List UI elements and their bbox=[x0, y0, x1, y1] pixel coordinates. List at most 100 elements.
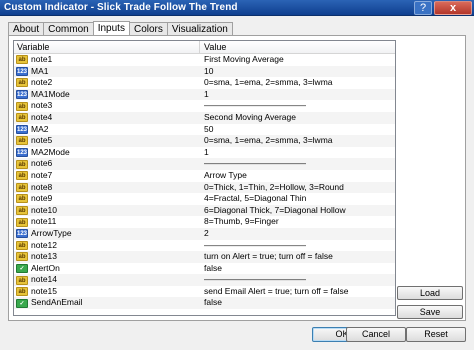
tab-common[interactable]: Common bbox=[43, 22, 94, 36]
variable-name: MA1 bbox=[31, 65, 49, 76]
inputs-grid: Variable Value ab note1 First Moving Avera… bbox=[13, 40, 396, 316]
variable-cell: 123 MA1 bbox=[14, 66, 200, 78]
variable-cell: ✓ SendAnEmail bbox=[14, 297, 200, 309]
save-button[interactable]: Save bbox=[397, 305, 463, 319]
tab-inputs[interactable]: Inputs bbox=[92, 21, 130, 36]
tab-visualization[interactable]: Visualization bbox=[166, 22, 233, 36]
table-row[interactable]: ab note5 0=sma, 1=ema, 2=smma, 3=lwma bbox=[14, 135, 395, 147]
table-row[interactable]: ab note7 Arrow Type bbox=[14, 169, 395, 182]
string-type-icon: ab bbox=[16, 101, 28, 111]
cancel-button[interactable]: Cancel bbox=[346, 327, 406, 342]
variable-name: note4 bbox=[31, 111, 53, 122]
table-row[interactable]: ab note10 6=Diagonal Thick, 7=Diagonal Hol… bbox=[14, 204, 395, 217]
value-cell[interactable]: 1 bbox=[200, 89, 395, 101]
value-cell[interactable]: ———————————— bbox=[200, 100, 395, 112]
variable-name: note5 bbox=[31, 135, 53, 146]
value-cell[interactable]: false bbox=[200, 297, 395, 309]
table-row[interactable]: 123 MA2Mode 1 bbox=[14, 146, 395, 159]
string-type-icon: ab bbox=[16, 113, 28, 123]
variable-name: MA2 bbox=[31, 123, 49, 134]
table-row[interactable]: ab note2 0=sma, 1=ema, 2=smma, 3=lwma bbox=[14, 77, 395, 89]
load-button[interactable]: Load bbox=[397, 286, 463, 300]
value-cell[interactable]: Second Moving Average bbox=[200, 112, 395, 124]
number-type-icon: 123 bbox=[16, 66, 28, 76]
title-bar: Custom Indicator - Slick Trade Follow Th… bbox=[0, 0, 474, 16]
value-cell[interactable]: 10 bbox=[200, 66, 395, 78]
value-cell[interactable]: ———————————— bbox=[200, 240, 395, 252]
table-row[interactable]: ab note1 First Moving Average bbox=[14, 54, 395, 66]
help-button[interactable]: ? bbox=[414, 1, 432, 15]
variable-cell: ab note9 bbox=[14, 193, 200, 205]
value-cell[interactable]: 2 bbox=[200, 228, 395, 240]
value-cell[interactable]: false bbox=[200, 263, 395, 275]
table-row[interactable]: ab note12 ———————————— bbox=[14, 239, 395, 252]
variable-name: note9 bbox=[31, 193, 53, 204]
variable-cell: ab note10 bbox=[14, 205, 200, 217]
table-row[interactable]: ab note8 0=Thick, 1=Thin, 2=Hollow, 3=Roun… bbox=[14, 181, 395, 194]
variable-name: note7 bbox=[31, 169, 53, 180]
table-row[interactable]: 123 MA2 50 bbox=[14, 123, 395, 136]
grid-rows: ab note1 First Moving Average 123 MA1 10 ab not… bbox=[14, 54, 395, 310]
inputs-panel: Variable Value ab note1 First Moving Avera… bbox=[8, 35, 466, 321]
variable-cell: ab note11 bbox=[14, 216, 200, 228]
value-cell[interactable]: 0=sma, 1=ema, 2=smma, 3=lwma bbox=[200, 77, 395, 89]
variable-cell: ab note6 bbox=[14, 158, 200, 170]
string-type-icon: ab bbox=[16, 182, 28, 192]
tab-colors[interactable]: Colors bbox=[128, 22, 168, 36]
value-cell[interactable]: 50 bbox=[200, 124, 395, 136]
table-row[interactable]: ✓ AlertOn false bbox=[14, 262, 395, 275]
value-cell[interactable]: send Email Alert = true; turn off = fals… bbox=[200, 286, 395, 298]
table-row[interactable]: 123 MA1Mode 1 bbox=[14, 88, 395, 101]
number-type-icon: 123 bbox=[16, 148, 28, 158]
value-cell[interactable]: 1 bbox=[200, 147, 395, 159]
column-header-value[interactable]: Value bbox=[200, 41, 395, 53]
value-cell[interactable]: 8=Thumb, 9=Finger bbox=[200, 216, 395, 228]
boolean-type-icon: ✓ bbox=[16, 298, 28, 308]
table-row[interactable]: 123 MA1 10 bbox=[14, 65, 395, 78]
boolean-type-icon: ✓ bbox=[16, 263, 28, 273]
table-row[interactable]: 123 ArrowType 2 bbox=[14, 227, 395, 240]
variable-name: SendAnEmail bbox=[31, 297, 83, 308]
table-row[interactable]: ab note13 turn on Alert = true; turn off =… bbox=[14, 251, 395, 263]
string-type-icon: ab bbox=[16, 78, 28, 88]
variable-cell: ab note1 bbox=[14, 54, 200, 66]
value-cell[interactable]: 0=sma, 1=ema, 2=smma, 3=lwma bbox=[200, 135, 395, 147]
value-cell[interactable]: 6=Diagonal Thick, 7=Diagonal Hollow bbox=[200, 205, 395, 217]
variable-cell: ab note2 bbox=[14, 77, 200, 89]
variable-name: ArrowType bbox=[31, 227, 72, 238]
close-button[interactable]: x bbox=[434, 1, 472, 15]
value-cell[interactable]: 4=Fractal, 5=Diagonal Thin bbox=[200, 193, 395, 205]
variable-name: note15 bbox=[31, 285, 57, 296]
variable-name: note12 bbox=[31, 239, 57, 250]
value-cell[interactable]: Arrow Type bbox=[200, 170, 395, 182]
reset-button[interactable]: Reset bbox=[406, 327, 466, 342]
table-row[interactable]: ab note14 ———————————— bbox=[14, 274, 395, 286]
table-row[interactable]: ab note3 ———————————— bbox=[14, 100, 395, 112]
table-row[interactable]: ✓ SendAnEmail false bbox=[14, 297, 395, 310]
table-row[interactable]: ab note4 Second Moving Average bbox=[14, 111, 395, 124]
table-row[interactable]: ab note6 ———————————— bbox=[14, 158, 395, 170]
tab-about[interactable]: About bbox=[8, 22, 45, 36]
value-cell[interactable]: 0=Thick, 1=Thin, 2=Hollow, 3=Round bbox=[200, 182, 395, 194]
grid-header: Variable Value bbox=[14, 41, 395, 54]
string-type-icon: ab bbox=[16, 240, 28, 250]
variable-cell: 123 ArrowType bbox=[14, 228, 200, 240]
variable-name: note14 bbox=[31, 274, 57, 285]
table-row[interactable]: ab note11 8=Thumb, 9=Finger bbox=[14, 216, 395, 228]
window-title: Custom Indicator - Slick Trade Follow Th… bbox=[4, 2, 238, 13]
tab-strip: About Common Inputs Colors Visualization bbox=[8, 21, 233, 36]
string-type-icon: ab bbox=[16, 136, 28, 146]
value-cell[interactable]: ———————————— bbox=[200, 158, 395, 170]
table-row[interactable]: ab note15 send Email Alert = true; turn of… bbox=[14, 285, 395, 298]
string-type-icon: ab bbox=[16, 252, 28, 262]
variable-cell: ab note7 bbox=[14, 170, 200, 182]
variable-name: note3 bbox=[31, 100, 53, 111]
value-cell[interactable]: First Moving Average bbox=[200, 54, 395, 66]
variable-name: note11 bbox=[31, 216, 57, 227]
variable-cell: ab note5 bbox=[14, 135, 200, 147]
value-cell[interactable]: ———————————— bbox=[200, 274, 395, 286]
column-header-variable[interactable]: Variable bbox=[14, 41, 200, 53]
value-cell[interactable]: turn on Alert = true; turn off = false bbox=[200, 251, 395, 263]
variable-cell: 123 MA1Mode bbox=[14, 89, 200, 101]
table-row[interactable]: ab note9 4=Fractal, 5=Diagonal Thin bbox=[14, 193, 395, 205]
